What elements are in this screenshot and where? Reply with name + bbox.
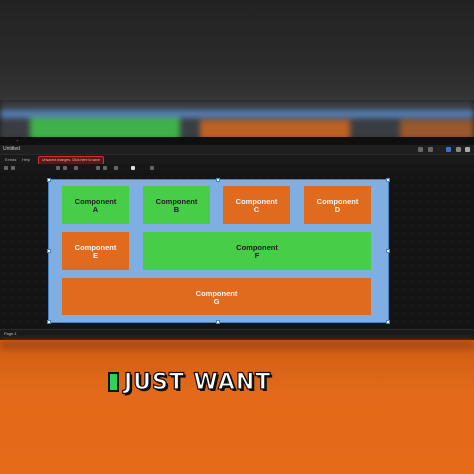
blurred-preview-strip	[0, 100, 474, 140]
shadow-icon[interactable]	[114, 166, 118, 170]
video-top-background	[0, 0, 474, 100]
insert-plus-icon[interactable]	[131, 166, 135, 170]
theme-icon[interactable]	[456, 147, 461, 152]
page-view-icon[interactable]	[4, 166, 8, 170]
component-e-box[interactable]: Component E	[62, 232, 129, 270]
format-toolbar	[0, 164, 474, 172]
caption-background	[0, 340, 474, 474]
zoom-icon[interactable]	[11, 166, 15, 170]
component-letter: G	[213, 297, 220, 306]
menu-help[interactable]: Help	[22, 157, 30, 162]
settings-icon[interactable]	[465, 147, 470, 152]
resize-handle[interactable]	[216, 178, 220, 182]
menu-bar: Extras Help Unsaved changes. Click here …	[0, 155, 474, 165]
share-icon[interactable]	[418, 147, 423, 152]
fill-color-icon[interactable]	[96, 166, 100, 170]
component-b-box[interactable]: Component B	[143, 186, 210, 224]
undo-icon[interactable]	[56, 166, 60, 170]
video-caption: JUST WANT	[108, 369, 271, 395]
resize-handle[interactable]	[386, 249, 390, 253]
resize-handle[interactable]	[47, 249, 51, 253]
component-a-box[interactable]: Component A	[62, 186, 129, 224]
component-letter: A	[92, 205, 99, 214]
redo-icon[interactable]	[63, 166, 67, 170]
table-icon[interactable]	[150, 166, 154, 170]
comment-icon[interactable]	[428, 147, 433, 152]
user-avatar-icon[interactable]	[446, 147, 451, 152]
component-letter: D	[334, 205, 341, 214]
document-title: Untitled	[3, 146, 20, 152]
resize-handle[interactable]	[216, 320, 220, 324]
component-c-box[interactable]: Component C	[223, 186, 290, 224]
component-letter: E	[92, 251, 98, 260]
resize-handle[interactable]	[386, 178, 390, 182]
caption-cursor-block	[108, 372, 119, 392]
menu-extras[interactable]: Extras	[5, 157, 16, 162]
caption-text: JUST WANT	[123, 369, 272, 395]
tab-bar: +	[0, 137, 474, 145]
delete-icon[interactable]	[74, 166, 78, 170]
resize-handle[interactable]	[47, 178, 51, 182]
line-color-icon[interactable]	[103, 166, 107, 170]
page-tabs-bar: Page-1	[0, 329, 474, 338]
new-tab-button[interactable]: +	[16, 138, 18, 143]
resize-handle[interactable]	[47, 320, 51, 324]
title-toolbar: Untitled	[0, 145, 474, 155]
component-letter: B	[173, 205, 180, 214]
component-d-box[interactable]: Component D	[304, 186, 371, 224]
resize-handle[interactable]	[386, 320, 390, 324]
page-tab[interactable]: Page-1	[4, 331, 17, 336]
component-letter: F	[254, 251, 260, 260]
component-g-box[interactable]: Component G	[62, 278, 371, 315]
component-letter: C	[253, 205, 260, 214]
component-f-box[interactable]: Component F	[143, 232, 371, 270]
